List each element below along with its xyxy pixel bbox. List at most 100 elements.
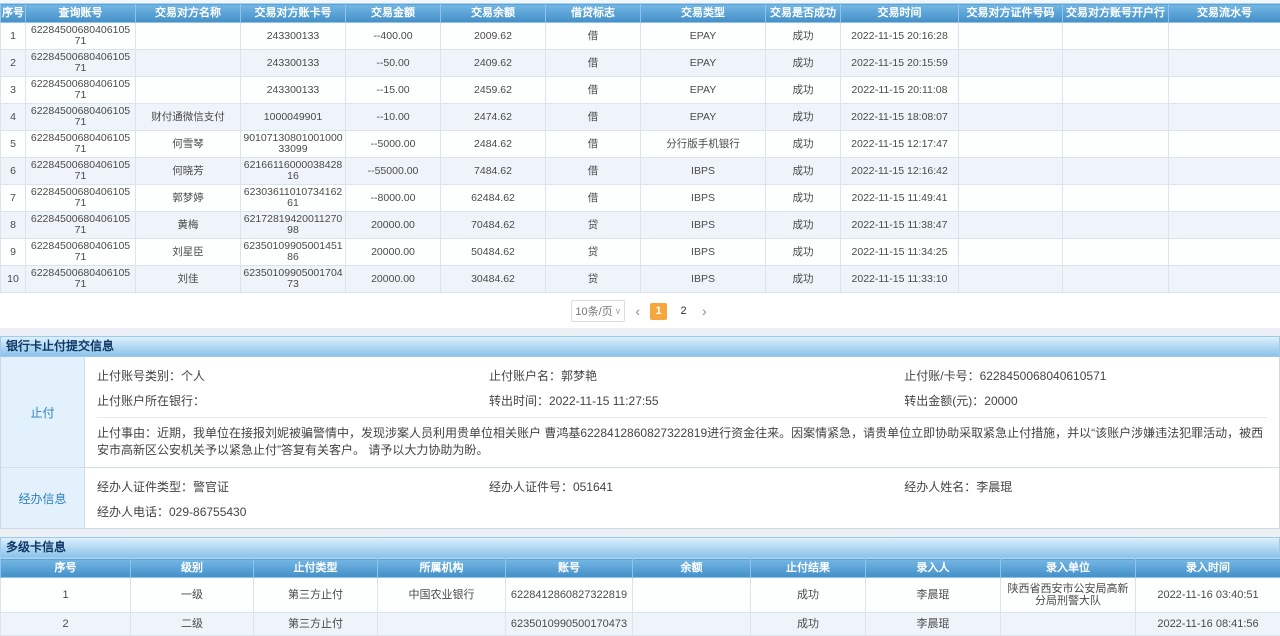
table-cell: 借 [546, 77, 641, 104]
table-cell: 第三方止付 [254, 613, 378, 636]
table-row[interactable]: 86228450068040610571黄梅621728194200112709… [1, 212, 1280, 239]
table-cell: 50484.62 [441, 239, 546, 266]
column-header: 级别 [131, 559, 254, 578]
table-cell: 6230361101073416261 [241, 185, 346, 212]
table-row[interactable]: 26228450068040610571243300133--50.002409… [1, 50, 1280, 77]
table-cell: 1 [1, 578, 131, 613]
table-row[interactable]: 1一级第三方止付中国农业银行6228412860827322819成功李晨琨陕西… [1, 578, 1280, 613]
table-cell: 9010713080100100033099 [241, 131, 346, 158]
table-row[interactable]: 46228450068040610571财付通微信支付1000049901--1… [1, 104, 1280, 131]
table-cell: 2022-11-15 11:49:41 [841, 185, 959, 212]
multi-card-header-row: 序号级别止付类型所属机构账号余额止付结果录入人录入单位录入时间 [1, 559, 1280, 578]
table-cell: 62484.62 [441, 185, 546, 212]
table-cell: 20000.00 [346, 239, 441, 266]
pagination: 10条/页 ∨ ‹ 1 2 › [0, 293, 1280, 328]
table-cell [1169, 212, 1280, 239]
table-row[interactable]: 66228450068040610571何晓芳62166116000038428… [1, 158, 1280, 185]
page-button-1[interactable]: 1 [650, 303, 667, 320]
stop-group-content: 止付账号类别：个人 止付账户名：郭梦艳 止付账/卡号：6228450068040… [85, 357, 1279, 467]
table-cell [1169, 266, 1280, 293]
table-cell: 2022-11-15 12:16:42 [841, 158, 959, 185]
table-cell: 7484.62 [441, 158, 546, 185]
table-cell: 6228450068040610571 [26, 239, 136, 266]
table-cell: 6228450068040610571 [26, 104, 136, 131]
table-cell [959, 23, 1063, 50]
multi-card-table: 序号级别止付类型所属机构账号余额止付结果录入人录入单位录入时间 1一级第三方止付… [0, 558, 1280, 636]
table-row[interactable]: 106228450068040610571刘佳62350109905001704… [1, 266, 1280, 293]
table-cell: 李晨琨 [866, 578, 1001, 613]
table-cell: 成功 [766, 104, 841, 131]
table-cell: 6228450068040610571 [26, 77, 136, 104]
column-header: 交易对方账卡号 [241, 4, 346, 23]
stop-payment-box: 止付 止付账号类别：个人 止付账户名：郭梦艳 止付账/卡号：6228450068… [0, 357, 1280, 529]
table-cell: 10 [1, 266, 26, 293]
table-cell: 6228450068040610571 [26, 131, 136, 158]
table-cell: 借 [546, 131, 641, 158]
table-cell: 郭梦婷 [136, 185, 241, 212]
table-cell: 6228450068040610571 [26, 266, 136, 293]
column-header: 借贷标志 [546, 4, 641, 23]
page-button-2[interactable]: 2 [675, 303, 692, 320]
table-cell: 243300133 [241, 50, 346, 77]
table-cell: 6228450068040610571 [26, 23, 136, 50]
table-cell: 借 [546, 158, 641, 185]
table-cell: 2459.62 [441, 77, 546, 104]
table-cell: 借 [546, 104, 641, 131]
table-row[interactable]: 16228450068040610571243300133--400.00200… [1, 23, 1280, 50]
table-row[interactable]: 2二级第三方止付6235010990500170473成功李晨琨2022-11-… [1, 613, 1280, 636]
column-header: 录入单位 [1001, 559, 1136, 578]
table-cell [1063, 212, 1169, 239]
column-header: 交易余额 [441, 4, 546, 23]
table-cell [959, 266, 1063, 293]
table-cell [1169, 158, 1280, 185]
table-row[interactable]: 96228450068040610571刘星臣62350109905001451… [1, 239, 1280, 266]
table-cell: 成功 [766, 239, 841, 266]
table-cell: 2 [1, 50, 26, 77]
table-cell: EPAY [641, 50, 766, 77]
page-size-label: 10条/页 [575, 303, 612, 319]
handler-id-number-field: 经办人证件号：051641 [489, 472, 904, 497]
table-cell: IBPS [641, 185, 766, 212]
stop-card-number-field: 止付账/卡号：6228450068040610571 [904, 361, 1267, 386]
table-cell: IBPS [641, 212, 766, 239]
table-cell: 贷 [546, 266, 641, 293]
table-cell: 2 [1, 613, 131, 636]
prev-page-button[interactable]: ‹ [633, 303, 642, 319]
table-cell: 2484.62 [441, 131, 546, 158]
table-cell: 成功 [766, 266, 841, 293]
handler-name-field: 经办人姓名：李晨琨 [904, 472, 1267, 497]
page-size-select[interactable]: 10条/页 ∨ [571, 300, 625, 322]
handler-phone-field: 经办人电话：029-86755430 [97, 497, 489, 522]
table-cell: 6228450068040610571 [26, 158, 136, 185]
next-page-button[interactable]: › [700, 303, 709, 319]
table-cell: 中国农业银行 [378, 578, 506, 613]
table-cell: 成功 [766, 50, 841, 77]
table-cell: EPAY [641, 104, 766, 131]
table-cell: 一级 [131, 578, 254, 613]
table-cell: 6228450068040610571 [26, 185, 136, 212]
table-cell: 2009.62 [441, 23, 546, 50]
column-header: 交易金额 [346, 4, 441, 23]
table-cell: IBPS [641, 266, 766, 293]
column-header: 账号 [506, 559, 633, 578]
table-cell: 贷 [546, 212, 641, 239]
table-cell: 陕西省西安市公安局高新分局刑警大队 [1001, 578, 1136, 613]
table-cell: 6235010990500170473 [241, 266, 346, 293]
table-cell: 6 [1, 158, 26, 185]
stop-reason-text: 止付事由：近期，我单位在接报刘妮被骗警情中，发现涉案人员利用贵单位相关账户 曹鸿… [97, 417, 1267, 467]
table-cell [136, 23, 241, 50]
table-cell: 243300133 [241, 23, 346, 50]
table-row[interactable]: 36228450068040610571243300133--15.002459… [1, 77, 1280, 104]
table-row[interactable]: 76228450068040610571郭梦婷62303611010734162… [1, 185, 1280, 212]
transfer-amount-field: 转出金额(元)：20000 [904, 386, 1267, 411]
table-cell: 1000049901 [241, 104, 346, 131]
table-cell [1063, 239, 1169, 266]
table-cell: 8 [1, 212, 26, 239]
table-cell: 4 [1, 104, 26, 131]
table-cell: 2022-11-15 20:15:59 [841, 50, 959, 77]
table-cell: 7 [1, 185, 26, 212]
table-row[interactable]: 56228450068040610571何雪琴90107130801001000… [1, 131, 1280, 158]
table-cell: --5000.00 [346, 131, 441, 158]
table-cell: 6235010990500145186 [241, 239, 346, 266]
section-gap [0, 328, 1280, 336]
